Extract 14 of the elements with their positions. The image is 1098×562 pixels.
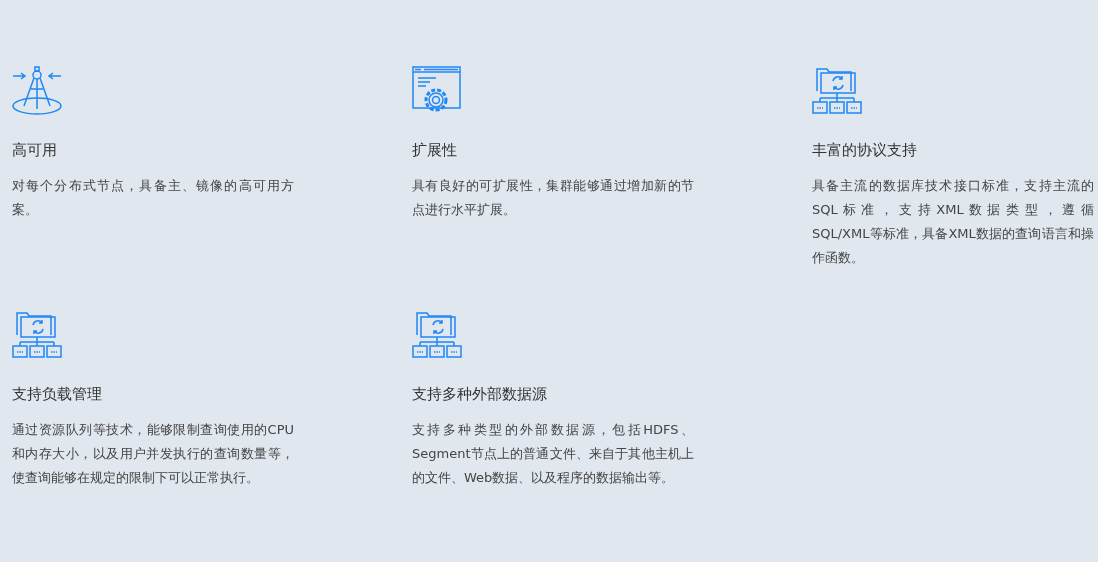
feature-title: 高可用 [12,140,57,160]
folder-network-icon [812,66,862,116]
compass-icon [12,66,62,116]
feature-description: 对每个分布式节点，具备主、镜像的高可用方案。 [12,177,294,219]
feature-description: 通过资源队列等技术，能够限制查询使用的CPU和内存大小，以及用户并发执行的查询数量等，使查询能够在规定的限制下可以正常执行。 [12,421,294,487]
feature-title: 扩展性 [412,140,457,160]
folder-network-icon [412,310,462,360]
feature-description: 具有良好的可扩展性，集群能够通过增加新的节点进行水平扩展。 [412,177,694,219]
feature-title: 支持负载管理 [12,384,102,404]
feature-description: 支持多种类型的外部数据源，包括HDFS、Segment节点上的普通文件、来自于其他主机上的文件、Web数据、以及程序的数据输出等。 [412,421,694,487]
feature-title: 支持多种外部数据源 [412,384,547,404]
folder-network-icon [12,310,62,360]
feature-description: 具备主流的数据库技术接口标准，支持主流的SQL 标 准 ， 支 持 XML 数 据 类 型 ， 遵 循 SQL/XML等标准，具备XML数据的查询语言和操作函数。 [812,177,1094,267]
feature-title: 丰富的协议支持 [812,140,917,160]
